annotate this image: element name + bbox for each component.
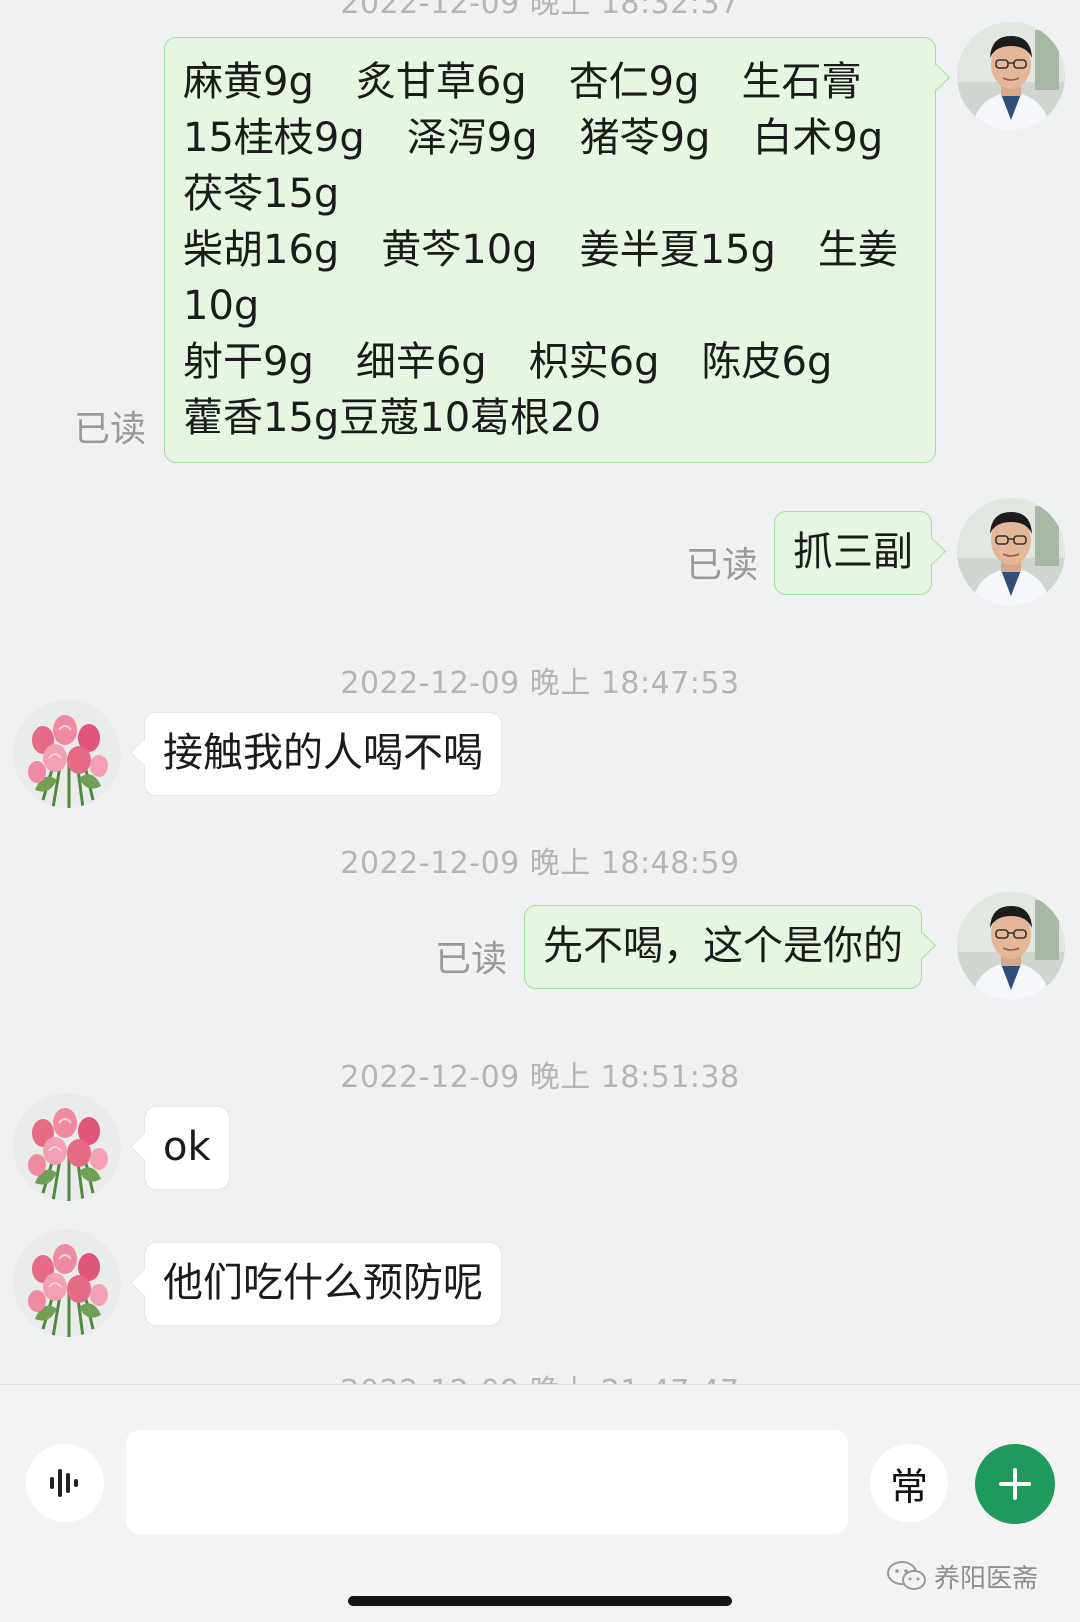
common-phrases-label: 常	[889, 1464, 928, 1509]
prescription-herb: 藿香15g豆蔻10葛根20	[183, 395, 602, 441]
wechat-icon	[887, 1561, 926, 1590]
prescription-herb: 麻黄9g	[183, 59, 314, 105]
home-indicator[interactable]	[348, 1596, 732, 1606]
prescription-herb: 杏仁9g	[568, 59, 700, 105]
contact-avatar[interactable]	[13, 1093, 121, 1201]
prescription-line: 10g	[183, 278, 917, 334]
message-timestamp: 2022-12-09 晚上 21:47:47	[0, 1366, 1080, 1384]
prescription-herb: 茯苓15g	[183, 171, 340, 217]
prescription-line: 茯苓15g	[183, 166, 917, 222]
read-receipt: 已读	[435, 939, 508, 980]
message-bubble[interactable]: ok	[144, 1106, 230, 1190]
message-bubble[interactable]: 抓三副	[774, 511, 932, 595]
prescription-herb: 泽泻9g	[406, 115, 538, 161]
prescription-herb: 10g	[183, 283, 260, 329]
prescription-line: 藿香15g豆蔻10葛根20	[183, 390, 917, 446]
watermark-text: 养阳医斋	[934, 1563, 1039, 1594]
message-bubble[interactable]: 接触我的人喝不喝	[144, 712, 502, 796]
chat-message-list[interactable]: 2022-12-09 晚上 18:32:37 已读 麻黄9g 炙甘草6g 杏仁9g 生…	[0, 0, 1080, 1384]
common-phrases-button[interactable]: 常	[870, 1444, 948, 1522]
account-watermark: 养阳医斋	[886, 1558, 1038, 1594]
prescription-line: 柴胡16g 黄芩10g 姜半夏15g 生姜	[183, 222, 917, 278]
doctor-avatar[interactable]	[957, 892, 1065, 1000]
message-input[interactable]	[126, 1430, 848, 1534]
message-timestamp: 2022-12-09 晚上 18:51:38	[340, 1060, 740, 1095]
contact-avatar[interactable]	[13, 1229, 121, 1337]
doctor-avatar[interactable]	[957, 22, 1065, 130]
message-timestamp: 2022-12-09 晚上 18:48:59	[340, 846, 740, 881]
prescription-message[interactable]: 麻黄9g 炙甘草6g 杏仁9g 生石膏 15桂枝9g 泽泻9g 猪苓9g 白术9g 茯苓15g 柴…	[164, 37, 936, 463]
message-bubble[interactable]: 他们吃什么预防呢	[144, 1242, 502, 1326]
prescription-herb: 猪苓9g	[579, 115, 711, 161]
prescription-herb: 白术9g	[752, 115, 884, 161]
prescription-herb: 姜半夏15g	[579, 227, 776, 273]
message-timestamp: 2022-12-09 晚上 18:32:37	[340, 0, 740, 21]
prescription-line: 射干9g 细辛6g 枳实6g 陈皮6g	[183, 334, 917, 390]
prescription-herb: 炙甘草6g	[355, 59, 527, 105]
prescription-line: 15桂枝9g 泽泻9g 猪苓9g 白术9g	[183, 110, 917, 166]
read-receipt: 已读	[74, 409, 147, 450]
prescription-herb: 陈皮6g	[701, 339, 833, 385]
read-receipt: 已读	[686, 545, 759, 586]
message-timestamp: 2022-12-09 晚上 18:47:53	[340, 666, 740, 701]
message-bubble[interactable]: 先不喝，这个是你的	[524, 905, 922, 989]
more-actions-button[interactable]	[975, 1444, 1055, 1524]
prescription-herb: 枳实6g	[528, 339, 660, 385]
prescription-line: 麻黄9g 炙甘草6g 杏仁9g 生石膏	[183, 54, 917, 110]
prescription-herb: 生姜	[817, 227, 898, 273]
prescription-herb: 细辛6g	[355, 339, 487, 385]
voice-wave-icon	[50, 1469, 78, 1497]
prescription-herb: 射干9g	[183, 339, 314, 385]
voice-button[interactable]	[26, 1444, 104, 1522]
prescription-herb: 15桂枝9g	[183, 115, 365, 161]
prescription-herb: 黄芩10g	[381, 227, 538, 273]
contact-avatar[interactable]	[13, 700, 121, 808]
prescription-herb: 柴胡16g	[183, 227, 340, 273]
doctor-avatar[interactable]	[957, 498, 1065, 606]
plus-icon	[999, 1468, 1031, 1500]
prescription-herb: 生石膏	[741, 59, 862, 105]
